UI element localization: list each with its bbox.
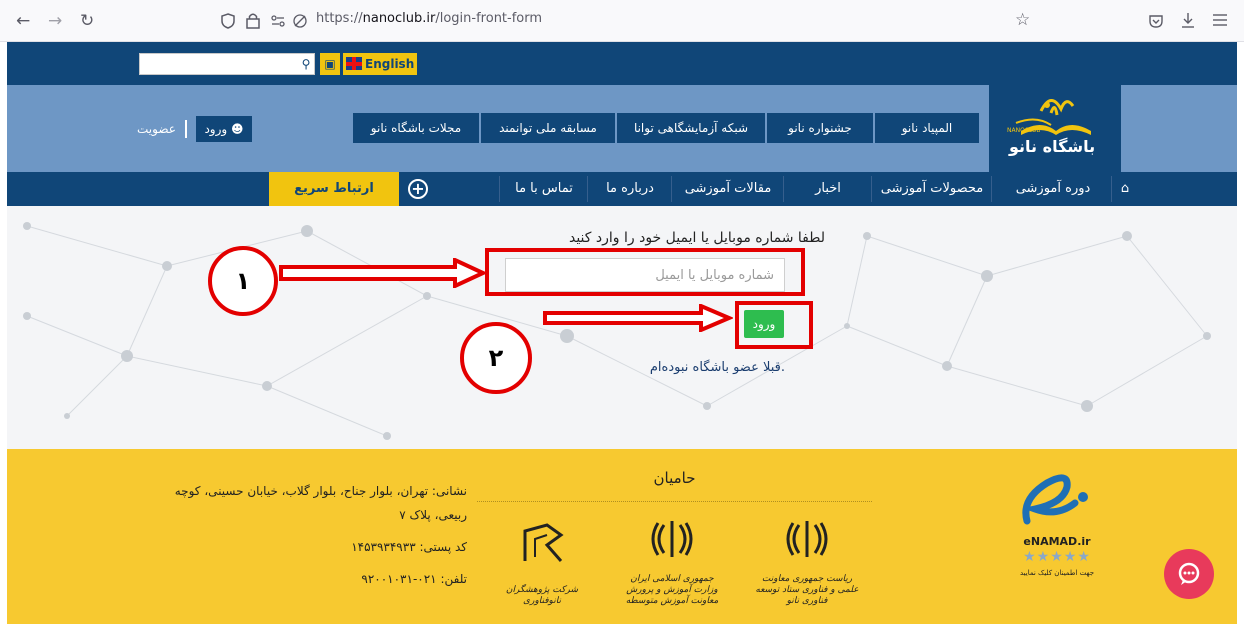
enamad-stars-icon: ★★★★★ bbox=[1023, 549, 1091, 565]
home-icon[interactable]: ⌂ bbox=[1115, 172, 1135, 206]
annotation-step-2-badge: ۲ bbox=[460, 322, 532, 394]
nano-researchers-logo-icon bbox=[523, 523, 564, 562]
postal-code: کد پستی: ۱۴۵۳۹۳۴۹۳۳ bbox=[351, 540, 467, 554]
url-domain: nanoclub.ir bbox=[362, 11, 436, 26]
menu-nanoclub-journals[interactable]: مجلات باشگاه نانو bbox=[353, 113, 479, 143]
sponsor-nano-council[interactable]: ریاست جمهوری معاونت علمی و فناوری ستاد ت… bbox=[752, 517, 862, 607]
sponsor-caption: شرکت پژوهشگران نانوفناوری bbox=[505, 585, 579, 606]
site-logo[interactable]: NANOCLUB باشگاه نانو bbox=[989, 85, 1121, 172]
plus-icon: + bbox=[408, 179, 428, 199]
url-path: /login-front-form bbox=[435, 11, 543, 26]
site-footer: نشانی: تهران، بلوار جناح، بلوار گلاب، خی… bbox=[7, 449, 1237, 624]
sponsor-education-ministry[interactable]: جمهوری اسلامی ایران وزارت آموزش و پرورش … bbox=[617, 517, 727, 607]
nav-divider bbox=[871, 176, 872, 202]
address-line-1: نشانی: تهران، بلوار جناح، بلوار گلاب، خی… bbox=[174, 484, 467, 498]
nav-item-courses[interactable]: دوره آموزشی bbox=[997, 172, 1109, 206]
nav-divider bbox=[783, 176, 784, 202]
sponsors-title: حامیان bbox=[653, 469, 696, 487]
nav-item-about[interactable]: درباره ما bbox=[591, 172, 669, 206]
lock-icon[interactable] bbox=[246, 12, 260, 29]
enamad-text: eNAMAD.ir bbox=[1023, 535, 1091, 548]
annotation-button-highlight bbox=[735, 301, 813, 349]
forward-arrow-icon[interactable]: → bbox=[48, 11, 62, 31]
contact-info: نشانی: تهران، بلوار جناح، بلوار گلاب، خی… bbox=[147, 479, 467, 591]
permissions-icon[interactable] bbox=[270, 13, 286, 29]
cart-icon[interactable]: ▣ bbox=[320, 53, 340, 75]
chat-widget-button[interactable] bbox=[1164, 549, 1214, 599]
nav-divider bbox=[1111, 176, 1112, 202]
annotation-arrow-1-icon bbox=[279, 258, 487, 288]
annotation-step-1-badge: ۱ bbox=[208, 246, 278, 316]
nav-item-products[interactable]: محصولات آموزشی bbox=[875, 172, 989, 206]
english-label: English bbox=[365, 57, 415, 71]
browser-toolbar: ← → ↻ https://nanoclub.ir/login-front-fo… bbox=[0, 0, 1244, 42]
nav-item-articles[interactable]: مقالات آموزشی bbox=[675, 172, 781, 206]
sponsor-nano-researchers[interactable]: شرکت پژوهشگران نانوفناوری bbox=[487, 517, 597, 607]
enamad-subtext: جهت اطمینان کلیک نمایید bbox=[1019, 569, 1095, 577]
not-member-link[interactable]: قبلا عضو باشگاه نبوده‌ام. bbox=[605, 360, 785, 375]
sponsor-caption: ریاست جمهوری معاونت علمی و فناوری ستاد ت… bbox=[755, 574, 859, 606]
iran-emblem-icon bbox=[651, 521, 693, 557]
nav-item-news[interactable]: اخبار bbox=[787, 172, 869, 206]
enamad-logo-icon bbox=[1022, 474, 1088, 525]
tracking-off-icon[interactable] bbox=[292, 13, 308, 29]
search-icon[interactable]: ⚲ bbox=[297, 53, 315, 75]
menu-icon[interactable] bbox=[1212, 13, 1228, 27]
logo-text: باشگاه نانو bbox=[1009, 137, 1096, 156]
url-text[interactable]: https://nanoclub.ir/login-front-form bbox=[316, 11, 542, 26]
address-line-2: ربیعی، پلاک ۷ bbox=[399, 508, 467, 522]
bookmark-star-icon[interactable]: ☆ bbox=[1015, 10, 1030, 30]
annotation-input-highlight bbox=[485, 248, 805, 296]
menu-nano-olympiad[interactable]: المپیاد نانو bbox=[875, 113, 979, 143]
site-header: NANOCLUB باشگاه نانو المپیاد نانو جشنوار… bbox=[7, 85, 1237, 172]
login-section: لطفا شماره موبایل یا ایمیل خود را وارد ک… bbox=[7, 206, 1237, 449]
nav-divider bbox=[671, 176, 672, 202]
nav-item-contact[interactable]: تماس با ما bbox=[503, 172, 585, 206]
menu-tavanmand-competition[interactable]: مسابقه ملی توانمند bbox=[481, 113, 615, 143]
sponsor-caption: جمهوری اسلامی ایران وزارت آموزش و پرورش … bbox=[625, 574, 719, 606]
chat-bubble-icon bbox=[1178, 562, 1200, 585]
login-prompt: لطفا شماره موبایل یا ایمیل خود را وارد ک… bbox=[568, 230, 825, 246]
header-divider bbox=[185, 120, 187, 138]
download-icon[interactable] bbox=[1180, 12, 1196, 30]
header-login-button[interactable]: ورود ☻ bbox=[196, 116, 252, 142]
site-topbar: ⚲ ▣ English bbox=[7, 42, 1237, 85]
annotation-arrow-2-icon bbox=[543, 304, 733, 332]
url-scheme: https:// bbox=[316, 11, 363, 26]
pocket-icon[interactable] bbox=[1148, 13, 1164, 29]
quick-contact-toggle[interactable]: + bbox=[399, 172, 439, 206]
main-navbar: ⌂ دوره آموزشی محصولات آموزشی اخبار مقالا… bbox=[7, 172, 1237, 206]
logo-small-text: NANOCLUB bbox=[1007, 127, 1041, 134]
back-arrow-icon[interactable]: ← bbox=[16, 11, 30, 31]
english-language-button[interactable]: English bbox=[343, 53, 417, 75]
header-login-label: ورود bbox=[204, 122, 228, 136]
site-search-input[interactable] bbox=[139, 53, 315, 75]
url-bar[interactable]: https://nanoclub.ir/login-front-form bbox=[210, 7, 1040, 35]
shield-icon[interactable] bbox=[220, 13, 236, 29]
quick-contact-button[interactable]: ارتباط سریع bbox=[269, 172, 399, 206]
iran-emblem-icon bbox=[786, 521, 828, 557]
enamad-badge[interactable]: eNAMAD.ir ★★★★★ جهت اطمینان کلیک نمایید bbox=[997, 469, 1117, 589]
nav-divider bbox=[499, 176, 500, 202]
menu-tavana-lab-network[interactable]: شبکه آزمایشگاهی توانا bbox=[617, 113, 765, 143]
user-icon: ☻ bbox=[231, 122, 244, 136]
signup-link[interactable]: عضویت bbox=[137, 122, 176, 136]
menu-nano-festival[interactable]: جشنواره نانو bbox=[767, 113, 873, 143]
sponsors-divider bbox=[477, 501, 872, 502]
nav-divider bbox=[587, 176, 588, 202]
nav-divider bbox=[991, 176, 992, 202]
reload-icon[interactable]: ↻ bbox=[80, 11, 94, 31]
phone-number: تلفن: ۰۲۱-۹۲۰۰۱۰۳۱ bbox=[361, 572, 467, 586]
uk-flag-icon bbox=[346, 57, 362, 70]
